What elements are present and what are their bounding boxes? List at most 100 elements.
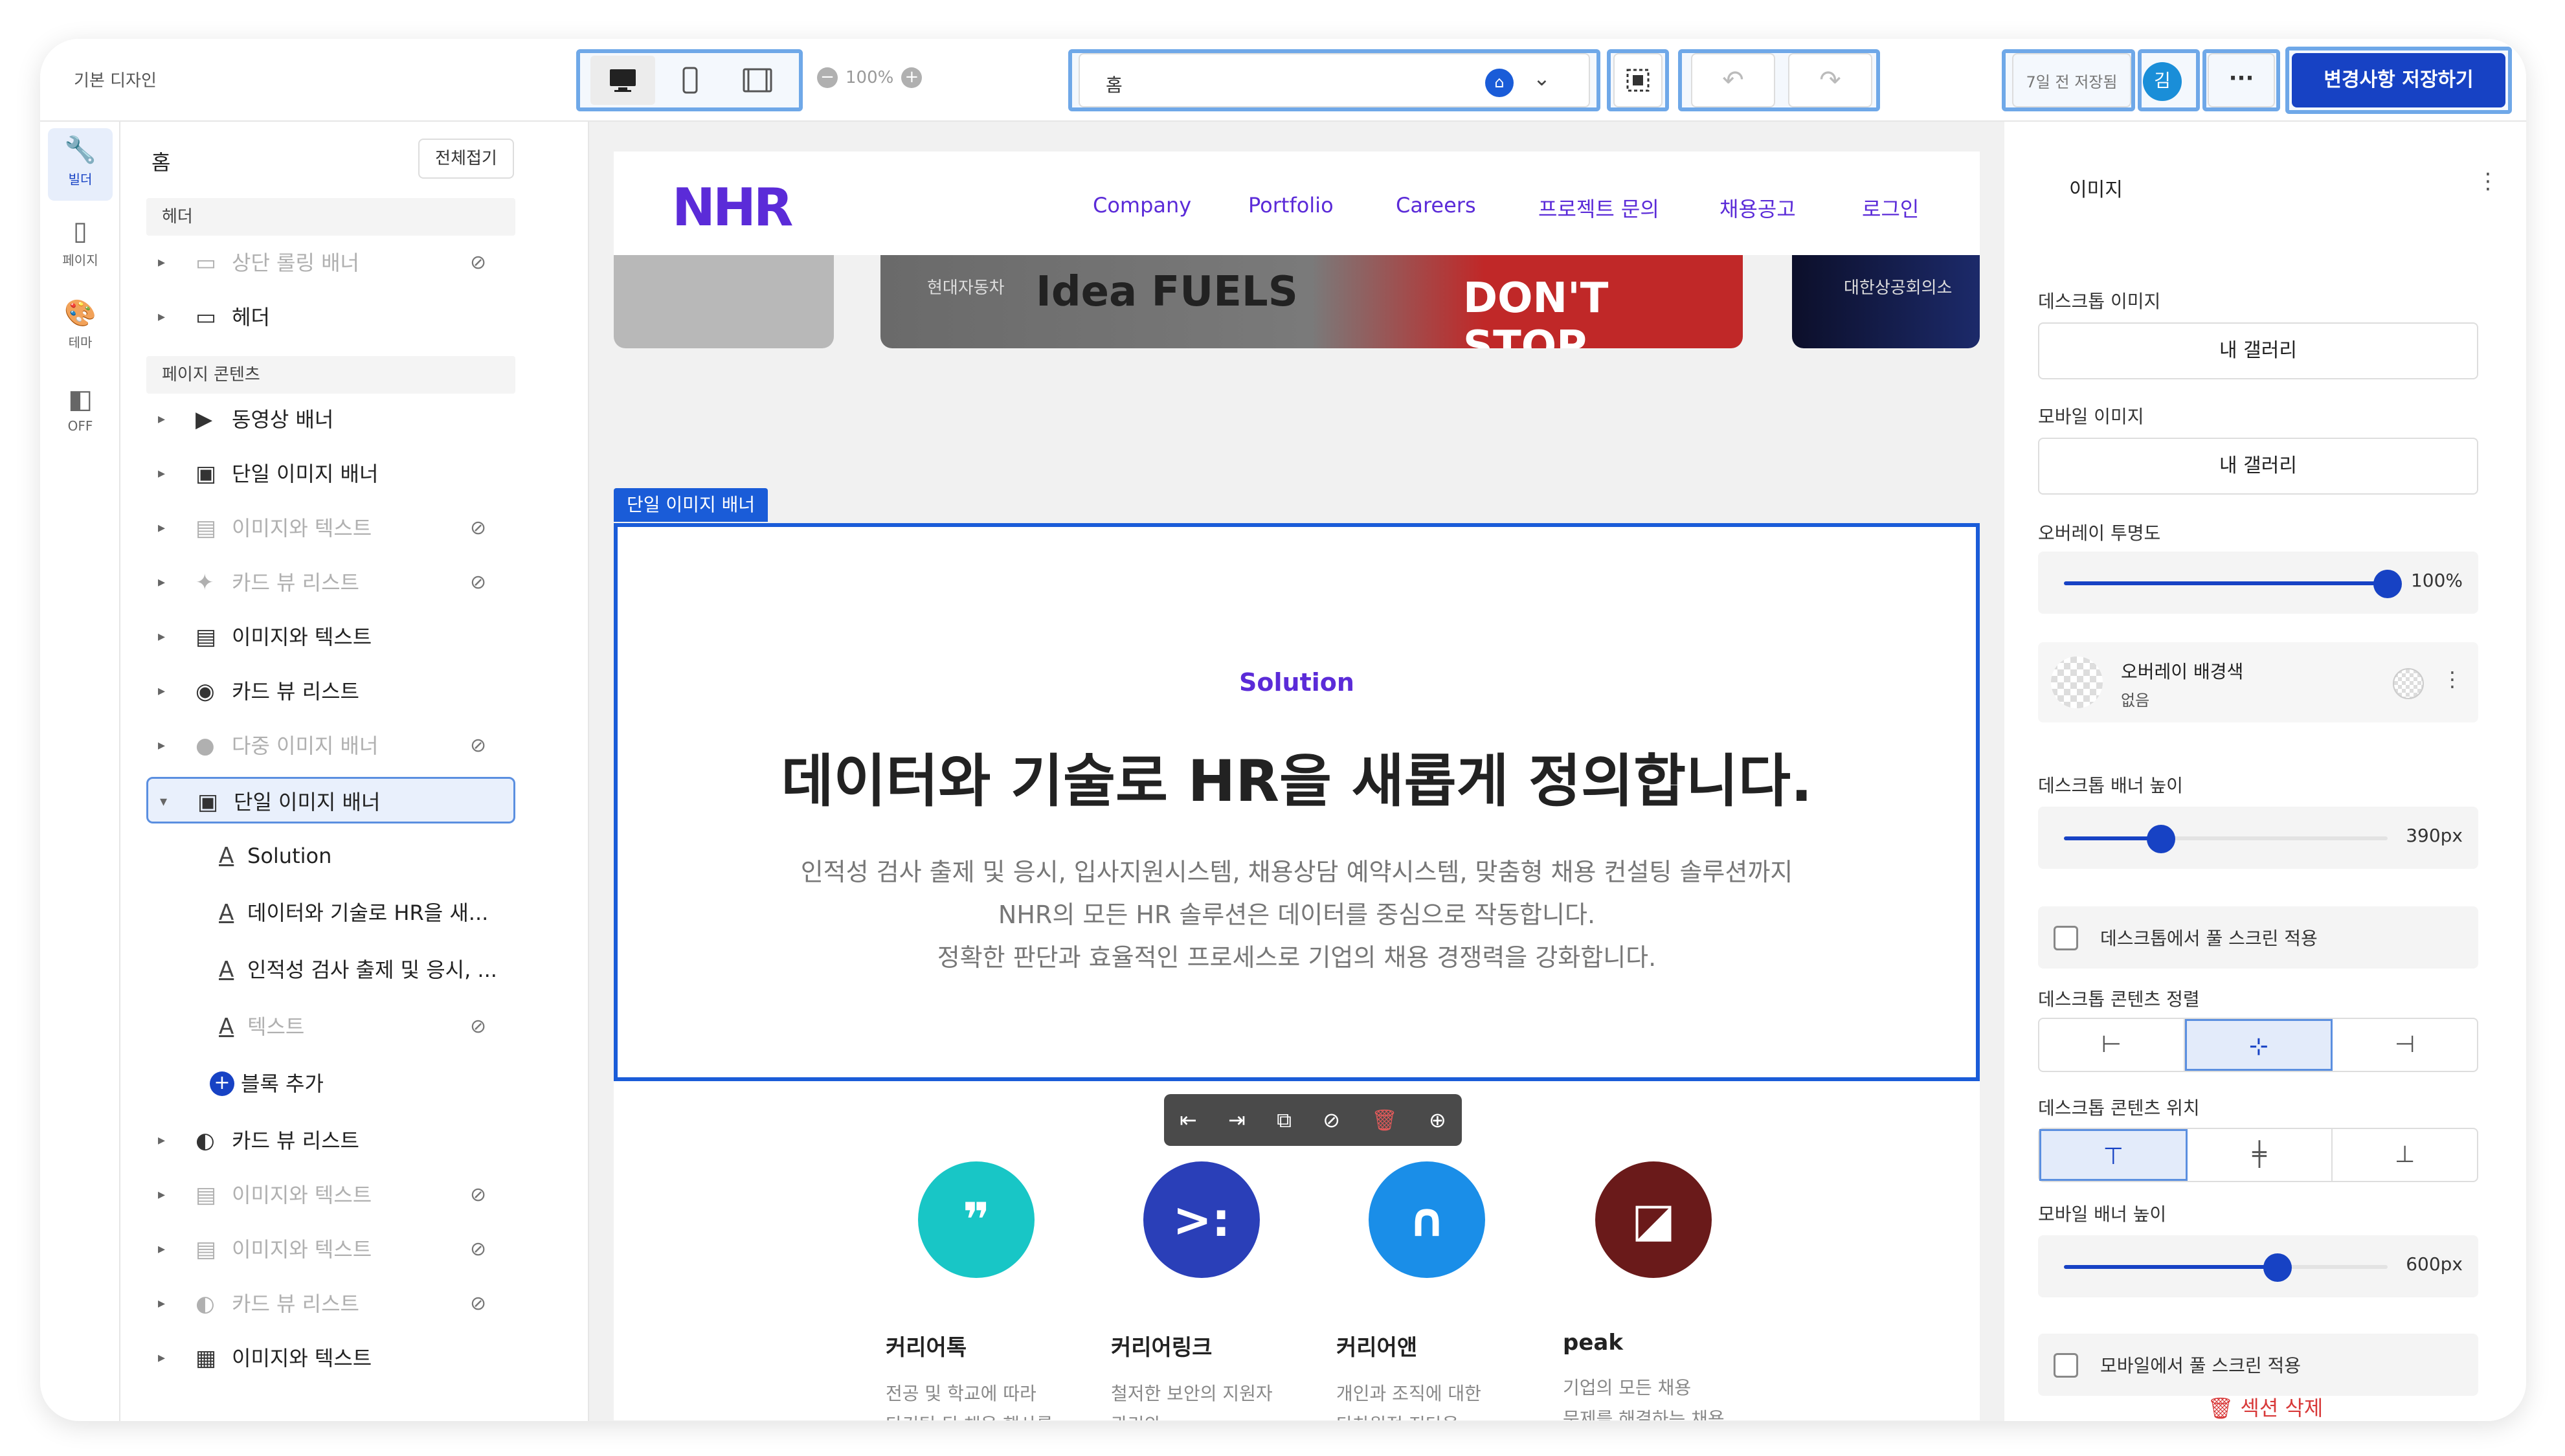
- position-middle-icon[interactable]: ╪: [2188, 1129, 2333, 1181]
- banner-eyebrow[interactable]: Solution: [618, 668, 1976, 697]
- expand-arrow-icon[interactable]: ▸: [158, 1226, 165, 1273]
- overlay-bg-menu-icon[interactable]: ⋮: [2442, 667, 2463, 691]
- tree-row[interactable]: ▸ ▤ 이미지와 텍스트 ⊘: [146, 505, 515, 552]
- tree-child-row[interactable]: A 인적성 검사 출제 및 응시, ...: [146, 946, 515, 993]
- tree-row[interactable]: ▸ ▭ 상단 롤링 배너 ⊘: [146, 240, 515, 286]
- tree-child-row[interactable]: A 텍스트 ⊘: [146, 1003, 515, 1050]
- color-picker-icon[interactable]: [2393, 668, 2424, 699]
- copy-icon[interactable]: ⧉: [1277, 1108, 1292, 1133]
- hidden-eye-icon[interactable]: ⊘: [470, 1172, 486, 1218]
- position-top-icon[interactable]: ⊤: [2039, 1129, 2188, 1181]
- banner-headline[interactable]: 데이터와 기술로 HR을 새롭게 정의합니다.: [618, 735, 1976, 818]
- undo-button[interactable]: ↶: [1691, 53, 1775, 107]
- delete-section-button[interactable]: 🗑 섹션 삭제: [2004, 1392, 2526, 1421]
- expand-arrow-icon[interactable]: ▸: [158, 614, 165, 660]
- tree-row[interactable]: ▸ ▦ 이미지와 텍스트: [146, 1335, 515, 1382]
- tree-row[interactable]: ▸ ▭ 헤더: [146, 294, 515, 341]
- overlay-opacity-slider[interactable]: 100%: [2038, 552, 2478, 614]
- align-center-icon[interactable]: ⊹: [2184, 1019, 2333, 1071]
- tree-row[interactable]: ▸ ▤ 이미지와 텍스트 ⊘: [146, 1172, 515, 1218]
- mobile-fullscreen-checkbox[interactable]: [2054, 1353, 2078, 1378]
- tree-row[interactable]: ▸ ● 다중 이미지 배너 ⊘: [146, 722, 515, 769]
- nav-login[interactable]: 로그인: [1862, 193, 1919, 223]
- add-block-row[interactable]: + 블록 추가: [146, 1060, 515, 1107]
- slider-knob[interactable]: [2147, 825, 2175, 853]
- hidden-eye-icon[interactable]: ⊘: [470, 1226, 486, 1273]
- collapse-all-button[interactable]: 전체접기: [418, 139, 514, 179]
- expand-arrow-icon[interactable]: ▸: [158, 1335, 165, 1382]
- tree-row[interactable]: ▸ ✦ 카드 뷰 리스트 ⊘: [146, 559, 515, 606]
- trash-icon[interactable]: 🗑: [1371, 1108, 1398, 1132]
- save-changes-button[interactable]: 변경사항 저장하기: [2292, 53, 2505, 107]
- desktop-view-button[interactable]: [590, 56, 655, 105]
- nav-portfolio[interactable]: Portfolio: [1248, 193, 1334, 218]
- expand-arrow-icon[interactable]: ▸: [158, 294, 165, 341]
- expand-arrow-icon[interactable]: ▸: [158, 240, 165, 286]
- expand-arrow-icon[interactable]: ▸: [158, 396, 165, 443]
- hidden-eye-icon[interactable]: ⊘: [470, 1003, 486, 1050]
- desktop-gallery-button[interactable]: 내 갤러리: [2038, 322, 2478, 379]
- tree-row[interactable]: ▸ ◐ 카드 뷰 리스트 ⊘: [146, 1281, 515, 1327]
- rail-theme[interactable]: 🎨 테마: [48, 291, 113, 364]
- slider-track[interactable]: [2064, 570, 2402, 598]
- rail-off[interactable]: ◧ OFF: [48, 378, 113, 451]
- banner-description[interactable]: 인적성 검사 출제 및 응시, 입사지원시스템, 채용상담 예약시스템, 맞춤형…: [618, 851, 1976, 979]
- panel-menu-icon[interactable]: ⋮: [2477, 168, 2499, 194]
- select-area-button[interactable]: [1613, 53, 1663, 107]
- hidden-eye-icon[interactable]: ⊘: [470, 505, 486, 552]
- expand-arrow-icon[interactable]: ▸: [158, 451, 165, 497]
- page-select[interactable]: 홈 ⌂ ⌄: [1079, 53, 1590, 107]
- zoom-in-button[interactable]: +: [901, 67, 923, 88]
- nav-careers[interactable]: Careers: [1396, 193, 1476, 218]
- tree-row[interactable]: ▸ ▤ 이미지와 텍스트: [146, 614, 515, 660]
- more-options-button[interactable]: ···: [2208, 53, 2275, 107]
- expand-arrow-icon[interactable]: ▸: [158, 722, 165, 769]
- collapse-arrow-icon[interactable]: ▾: [160, 779, 167, 825]
- align-left-icon[interactable]: ⊢: [2039, 1019, 2185, 1071]
- align-right-icon[interactable]: ⊣: [2333, 1019, 2477, 1071]
- tree-row[interactable]: ▸ ◉ 카드 뷰 리스트: [146, 668, 515, 715]
- expand-arrow-icon[interactable]: ▸: [158, 1281, 165, 1327]
- hidden-eye-icon[interactable]: ⊘: [470, 240, 486, 286]
- expand-arrow-icon[interactable]: ▸: [158, 668, 165, 715]
- single-image-banner[interactable]: Solution 데이터와 기술로 HR을 새롭게 정의합니다. 인적성 검사 …: [614, 523, 1980, 1081]
- hidden-eye-icon[interactable]: ⊘: [470, 722, 486, 769]
- position-bottom-icon[interactable]: ⊥: [2333, 1129, 2477, 1181]
- tree-row[interactable]: ▸ ▣ 단일 이미지 배너: [146, 451, 515, 497]
- nav-jobs[interactable]: 채용공고: [1719, 193, 1796, 223]
- mobile-gallery-button[interactable]: 내 갤러리: [2038, 438, 2478, 495]
- slider-track[interactable]: [2064, 825, 2388, 853]
- tree-row-selected[interactable]: ▾ ▣ 단일 이미지 배너: [146, 777, 515, 823]
- desktop-fullscreen-option[interactable]: 데스크톱에서 풀 스크린 적용: [2038, 906, 2478, 969]
- indent-left-icon[interactable]: ⇤: [1180, 1108, 1197, 1132]
- product-card[interactable]: ◪ peak 기업의 모든 채용 문제를 해결하는 채용: [1563, 1161, 1757, 1420]
- desktop-height-slider[interactable]: 390px: [2038, 807, 2478, 869]
- redo-button[interactable]: ↷: [1788, 53, 1872, 107]
- slider-knob[interactable]: [2373, 570, 2402, 598]
- expand-arrow-icon[interactable]: ▸: [158, 1172, 165, 1218]
- product-card[interactable]: >: 커리어링크 철저한 보안의 지원자관리와: [1111, 1161, 1305, 1420]
- hide-icon[interactable]: ⊘: [1323, 1108, 1340, 1132]
- product-card[interactable]: ∩ 커리어앤 개인과 조직에 대한다차원적 진단을: [1336, 1161, 1530, 1420]
- avatar[interactable]: 김: [2143, 62, 2182, 101]
- expand-arrow-icon[interactable]: ▸: [158, 559, 165, 606]
- expand-arrow-icon[interactable]: ▸: [158, 505, 165, 552]
- expand-arrow-icon[interactable]: ▸: [158, 1117, 165, 1164]
- tree-child-row[interactable]: A Solution: [146, 833, 515, 879]
- tree-row[interactable]: ▸ ▶ 동영상 배너: [146, 396, 515, 443]
- nav-project-inquiry[interactable]: 프로젝트 문의: [1538, 193, 1659, 223]
- tree-row[interactable]: ▸ ◐ 카드 뷰 리스트: [146, 1117, 515, 1164]
- hidden-eye-icon[interactable]: ⊘: [470, 1281, 486, 1327]
- product-card[interactable]: ❞ 커리어톡 전공 및 학교에 따라타깃팅 된 채용 행사를: [886, 1161, 1080, 1420]
- mobile-height-slider[interactable]: 600px: [2038, 1235, 2478, 1297]
- rail-page[interactable]: ▯ 페이지: [48, 210, 113, 282]
- slider-knob[interactable]: [2263, 1253, 2292, 1282]
- zoom-out-button[interactable]: −: [817, 67, 838, 88]
- add-icon[interactable]: ⊕: [1429, 1108, 1446, 1132]
- mobile-fullscreen-option[interactable]: 모바일에서 풀 스크린 적용: [2038, 1334, 2478, 1396]
- hidden-eye-icon[interactable]: ⊘: [470, 559, 486, 606]
- slider-track[interactable]: [2064, 1253, 2388, 1282]
- nav-company[interactable]: Company: [1093, 193, 1191, 218]
- tree-row[interactable]: ▸ ▤ 이미지와 텍스트 ⊘: [146, 1226, 515, 1273]
- site-logo[interactable]: NHR: [672, 177, 794, 238]
